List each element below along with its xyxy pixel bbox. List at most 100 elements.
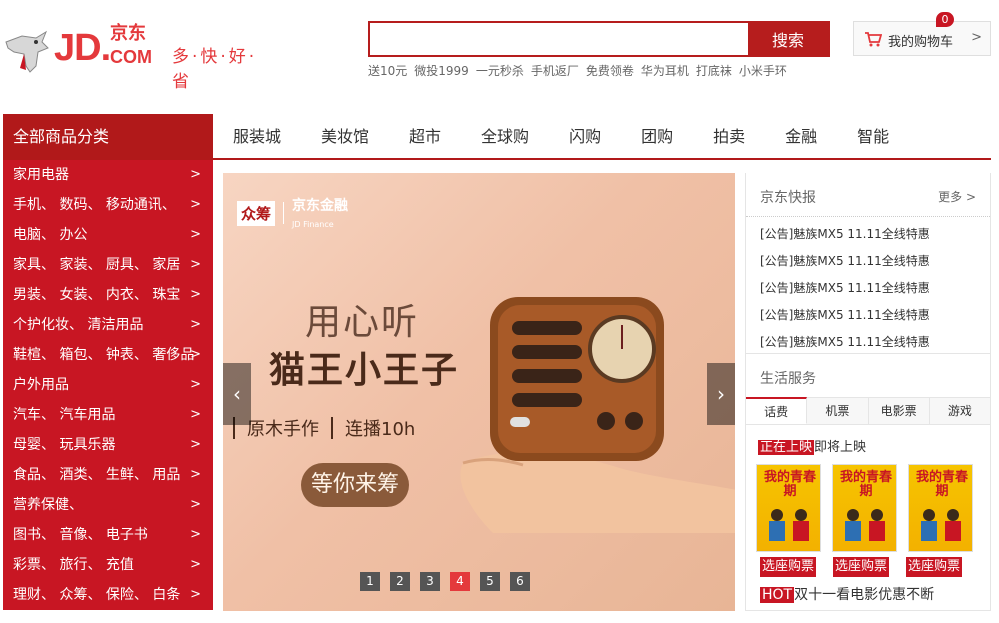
chevron-right-icon: >	[971, 30, 982, 45]
chevron-right-icon: >	[190, 467, 201, 482]
category-item[interactable]: 家具、 家装、 厨具、 家居 >	[3, 250, 213, 280]
tab-game[interactable]: 游戏	[929, 397, 990, 424]
poster-cast-image	[769, 509, 809, 541]
movie-poster[interactable]: 我的青春期	[756, 464, 821, 552]
nav-link[interactable]: 服装城	[213, 114, 301, 160]
search-button[interactable]: 搜索	[748, 23, 828, 55]
category-item[interactable]: 母婴、 玩具乐器 >	[3, 430, 213, 460]
nav-link[interactable]: 闪购	[549, 114, 621, 160]
cart-label: 我的购物车	[888, 35, 954, 50]
chevron-right-icon: >	[190, 587, 201, 602]
movie-poster[interactable]: 我的青春期	[832, 464, 897, 552]
hotword-link[interactable]: 手机返厂	[531, 64, 579, 78]
category-item[interactable]: 手机、 数码、 移动通讯、 >	[3, 190, 213, 220]
crowdfunding-badge: 众筹	[237, 200, 276, 226]
nav-link[interactable]: 超市	[389, 114, 461, 160]
nav-link[interactable]: 美妆馆	[301, 114, 389, 160]
buy-ticket-button[interactable]: 选座购票	[833, 557, 890, 577]
logo-cn-text: 京东	[110, 23, 146, 44]
news-item[interactable]: [公告]魅族MX5 11.11全线特惠	[760, 302, 985, 329]
carousel-prev-button[interactable]: ‹	[223, 363, 251, 425]
divider	[283, 202, 285, 224]
cart-count-badge: 0	[936, 12, 954, 27]
poster-cast-image	[845, 509, 885, 541]
news-item[interactable]: [公告]魅族MX5 11.11全线特惠	[760, 248, 985, 275]
category-label: 母婴、 玩具乐器	[13, 437, 116, 453]
jd-dog-mascot-icon	[5, 30, 49, 73]
chevron-right-icon: >	[190, 557, 201, 572]
banner-features: 原木手作 连播10h	[233, 411, 493, 445]
category-label: 图书、 音像、 电子书	[13, 527, 148, 543]
hotword-link[interactable]: 送10元	[368, 64, 407, 78]
news-title: 京东快报	[760, 190, 816, 206]
category-label: 营养保健、	[13, 497, 83, 513]
category-item[interactable]: 家用电器 >	[3, 160, 213, 190]
main-nav: 全部商品分类 服装城 美妆馆 超市 全球购 闪购 团购 拍卖 金融 智能	[3, 114, 991, 160]
nav-link[interactable]: 拍卖	[693, 114, 765, 160]
category-item[interactable]: 户外用品 >	[3, 370, 213, 400]
category-item[interactable]: 营养保健、 >	[3, 490, 213, 520]
buy-ticket-button[interactable]: 选座购票	[760, 557, 817, 577]
hotword-link[interactable]: 一元秒杀	[476, 64, 524, 78]
tab-movie-ticket[interactable]: 电影票	[868, 397, 930, 424]
news-more-link[interactable]: 更多 >	[938, 188, 976, 205]
carousel-next-button[interactable]: ›	[707, 363, 735, 425]
hotword-link[interactable]: 打底袜	[696, 64, 732, 78]
hot-keywords: 送10元 微投1999 一元秒杀 手机返厂 免费领卷 华为耳机 打底袜 小米手环	[368, 62, 794, 79]
nav-link[interactable]: 团购	[621, 114, 693, 160]
hotword-link[interactable]: 小米手环	[739, 64, 787, 78]
category-item[interactable]: 食品、 酒类、 生鲜、 用品 >	[3, 460, 213, 490]
hotword-link[interactable]: 免费领卷	[586, 64, 634, 78]
category-item[interactable]: 彩票、 旅行、 充值 >	[3, 550, 213, 580]
chevron-right-icon: >	[190, 287, 201, 302]
subtab-coming-soon[interactable]: 即将上映	[814, 440, 866, 455]
news-item[interactable]: [公告]魅族MX5 11.11全线特惠	[760, 275, 985, 302]
tab-phone-recharge[interactable]: 话费	[746, 397, 808, 424]
movie-promo[interactable]: HOT 双十一看电影优惠不断	[760, 584, 934, 604]
nav-link[interactable]: 智能	[837, 114, 909, 160]
chevron-right-icon: >	[190, 167, 201, 182]
category-item[interactable]: 鞋楦、 箱包、 钟表、 奢侈品 >	[3, 340, 213, 370]
all-categories-title[interactable]: 全部商品分类	[3, 114, 213, 160]
category-item[interactable]: 电脑、 办公 >	[3, 220, 213, 250]
carousel-page-dot[interactable]: 3	[420, 572, 440, 591]
cart-button[interactable]: 我的购物车 > 0	[853, 12, 991, 56]
search-input[interactable]	[370, 23, 748, 55]
banner-cta-button[interactable]: 等你来筹	[301, 463, 409, 507]
poster-title: 我的青春期	[839, 470, 892, 499]
category-item[interactable]: 图书、 音像、 电子书 >	[3, 520, 213, 550]
buy-ticket-button[interactable]: 选座购票	[906, 557, 963, 577]
jd-logo[interactable]: JD. 京东 COM 多·快·好·省	[2, 23, 277, 92]
carousel-page-dot[interactable]: 2	[390, 572, 410, 591]
carousel-page-dot-active[interactable]: 4	[450, 572, 470, 591]
carousel-page-dot[interactable]: 5	[480, 572, 500, 591]
tab-flight[interactable]: 机票	[807, 397, 869, 424]
logo-jd-text: JD.	[54, 27, 111, 69]
category-label: 手机、 数码、 移动通讯、	[13, 197, 176, 213]
movie-poster[interactable]: 我的青春期	[908, 464, 973, 552]
news-item[interactable]: [公告]魅族MX5 11.11全线特惠	[760, 221, 985, 248]
jd-finance-logo: 京东金融 JD Finance	[292, 198, 349, 229]
category-item[interactable]: 男装、 女装、 内衣、 珠宝 >	[3, 280, 213, 310]
news-list: [公告]魅族MX5 11.11全线特惠 [公告]魅族MX5 11.11全线特惠 …	[760, 221, 985, 356]
category-label: 汽车、 汽车用品	[13, 407, 116, 423]
hotword-link[interactable]: 华为耳机	[641, 64, 689, 78]
carousel-page-dot[interactable]: 6	[510, 572, 530, 591]
subtab-now-showing[interactable]: 正在上映	[758, 440, 815, 455]
life-service-header: 生活服务	[746, 353, 990, 397]
carousel-page-dot[interactable]: 1	[360, 572, 380, 591]
category-item[interactable]: 理财、 众筹、 保险、 白条 >	[3, 580, 213, 610]
banner-carousel[interactable]: 众筹 京东金融 JD Finance 用心听 猫王小王子 原木手作 连播10h 等…	[223, 173, 735, 611]
nav-link[interactable]: 金融	[765, 114, 837, 160]
chevron-right-icon: >	[190, 437, 201, 452]
banner-brand-logos: 众筹 京东金融 JD Finance	[237, 195, 348, 231]
nav-link[interactable]: 全球购	[461, 114, 549, 160]
category-item[interactable]: 汽车、 汽车用品 >	[3, 400, 213, 430]
news-item[interactable]: [公告]魅族MX5 11.11全线特惠	[760, 329, 985, 356]
hotword-link[interactable]: 微投1999	[414, 64, 469, 78]
search-bar: 搜索	[368, 21, 830, 57]
chevron-right-icon: >	[190, 347, 201, 362]
category-label: 个护化妆、 清洁用品	[13, 317, 144, 333]
banner-headline-2: 猫王小王子	[269, 350, 460, 391]
category-item[interactable]: 个护化妆、 清洁用品 >	[3, 310, 213, 340]
